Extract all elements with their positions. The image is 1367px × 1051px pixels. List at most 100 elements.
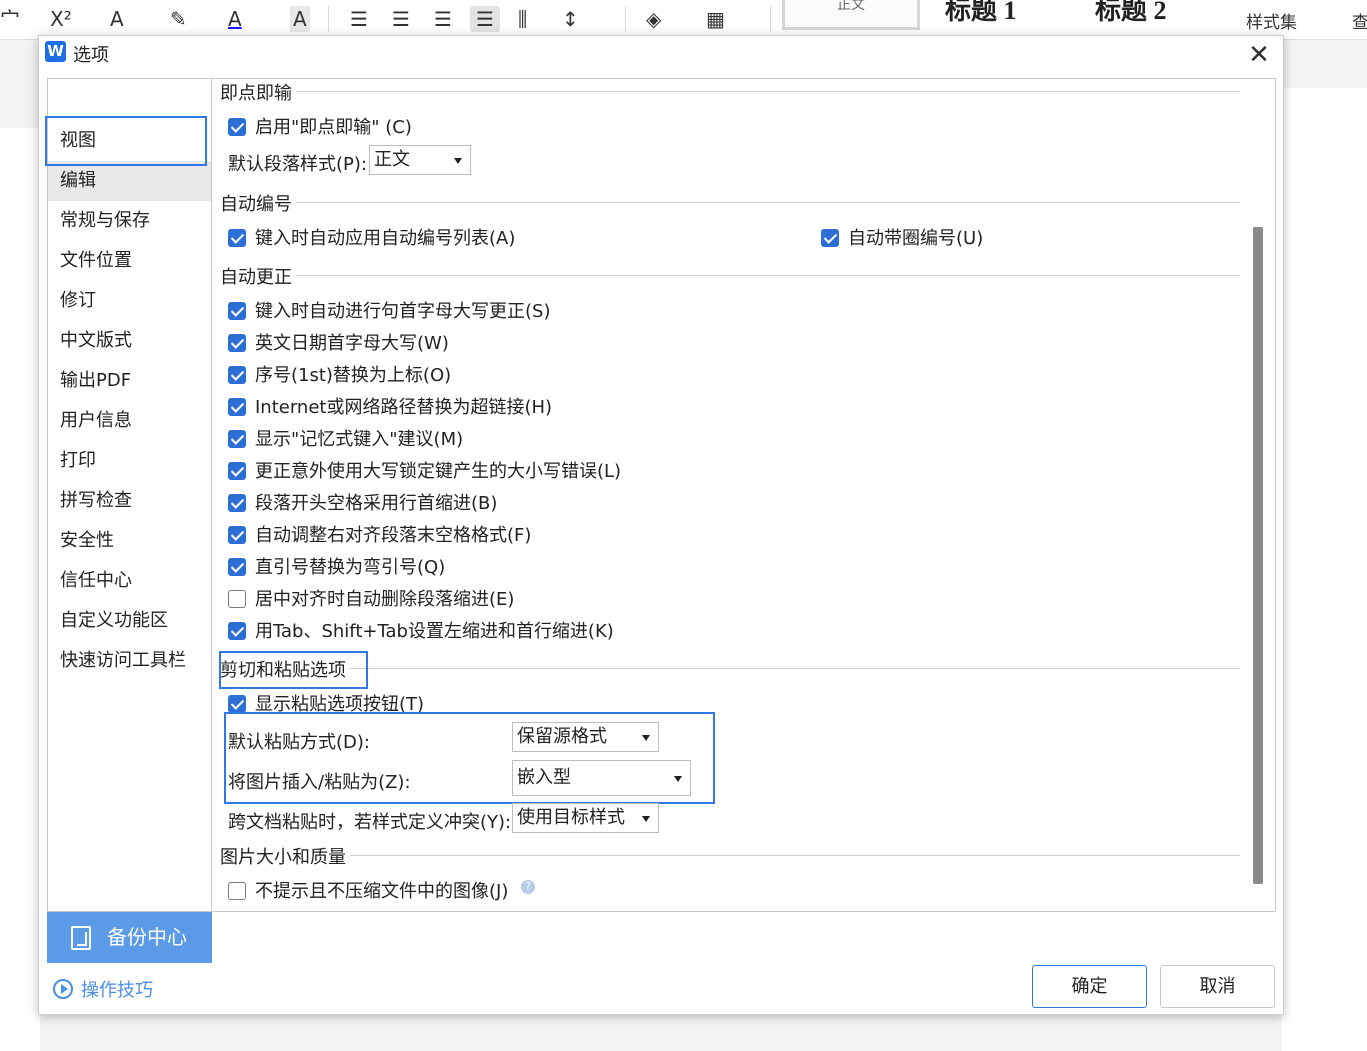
char-shading-button[interactable]: A [290, 6, 310, 32]
nav-item-customize-ribbon[interactable]: 自定义功能区 [48, 601, 211, 641]
justify-icon[interactable]: ☰ [470, 6, 500, 32]
text-effect-button[interactable]: A [110, 6, 124, 32]
nav-item-export-pdf[interactable]: 输出PDF [48, 361, 211, 401]
fill-icon[interactable]: ◈ [646, 6, 661, 32]
option-label: 键入时自动进行句首字母大写更正(S) [255, 301, 551, 322]
checkbox-checked-icon [228, 229, 246, 247]
section-title-auto-correct: 自动更正 [220, 263, 296, 289]
nav-item-file-location[interactable]: 文件位置 [48, 241, 211, 281]
section-title-cut-paste: 剪切和粘贴选项 [220, 656, 350, 682]
enable-click-type-checkbox[interactable]: 启用"即点即输" (C) [228, 113, 412, 139]
option-label: 自动带圈编号(U) [848, 228, 984, 249]
autocorrect-option-checkbox[interactable]: 段落开头空格采用行首缩进(B) [228, 489, 497, 515]
nav-item-user-info[interactable]: 用户信息 [48, 401, 211, 441]
checkbox-checked-icon [228, 526, 246, 544]
document-page [0, 128, 40, 1051]
option-label: 显示粘贴选项按钮(T) [255, 694, 425, 715]
backup-icon [71, 926, 91, 950]
distribute-icon[interactable]: ⫼ [518, 6, 527, 32]
default-paragraph-style-label: 默认段落样式(P): [228, 154, 367, 175]
option-label: Internet或网络路径替换为超链接(H) [255, 397, 553, 418]
nav-item-quick-access[interactable]: 快速访问工具栏 [48, 641, 211, 681]
option-label: 键入时自动应用自动编号列表(A) [255, 228, 516, 249]
dialog-title: 选项 [73, 45, 109, 66]
options-nav: 视图 编辑 常规与保存 文件位置 修订 中文版式 输出PDF 用户信息 打印 拼… [47, 78, 212, 912]
style-set-button[interactable]: 样式集 [1246, 8, 1297, 33]
autocorrect-option-checkbox[interactable]: 更正意外使用大写锁定键产生的大小写错误(L) [228, 457, 621, 483]
no-compress-images-checkbox[interactable]: 不提示且不压缩文件中的图像(J) [228, 877, 508, 903]
autocorrect-option-checkbox[interactable]: Internet或网络路径替换为超链接(H) [228, 393, 552, 419]
nav-item-security[interactable]: 安全性 [48, 521, 211, 561]
select-value: 保留源格式 [517, 726, 607, 747]
option-label: 英文日期首字母大写(W) [255, 333, 449, 354]
auto-circle-number-checkbox[interactable]: 自动带圈编号(U) [821, 224, 983, 250]
autocorrect-option-checkbox[interactable]: 序号(1st)替换为上标(O) [228, 361, 451, 387]
auto-number-list-checkbox[interactable]: 键入时自动应用自动编号列表(A) [228, 224, 515, 250]
font-color-button[interactable]: A [228, 6, 242, 32]
nav-item-revision[interactable]: 修订 [48, 281, 211, 321]
nav-item-chinese-layout[interactable]: 中文版式 [48, 321, 211, 361]
checkbox-checked-icon [228, 695, 246, 713]
ok-button[interactable]: 确定 [1032, 965, 1147, 1008]
section-divider [220, 275, 1240, 276]
autocorrect-option-checkbox[interactable]: 直引号替换为弯引号(Q) [228, 553, 445, 579]
nav-item-edit[interactable]: 编辑 [48, 161, 211, 201]
section-title-auto-number: 自动编号 [220, 190, 296, 216]
default-paragraph-style-select[interactable]: 正文 [369, 145, 471, 175]
border-icon[interactable]: ▦ [706, 6, 725, 32]
dropdown-arrow-icon [674, 776, 682, 782]
default-paste-select[interactable]: 保留源格式 [512, 722, 659, 752]
nav-item-spellcheck[interactable]: 拼写检查 [48, 481, 211, 521]
image-paste-label: 将图片插入/粘贴为(Z): [228, 772, 411, 793]
autocorrect-option-checkbox[interactable]: 居中对齐时自动删除段落缩进(E) [228, 585, 514, 611]
select-value: 嵌入型 [517, 767, 571, 788]
default-paste-label: 默认粘贴方式(D): [228, 732, 370, 753]
autocorrect-option-checkbox[interactable]: 键入时自动进行句首字母大写更正(S) [228, 297, 550, 323]
dropdown-arrow-icon [642, 735, 650, 741]
nav-item-view[interactable]: 视图 [48, 121, 211, 161]
style-heading1-tile[interactable]: 标题 1 [945, 0, 1017, 27]
ribbon-fragment-right: 查 [1352, 13, 1367, 33]
align-right-icon[interactable]: ☰ [434, 6, 452, 32]
option-label: 居中对齐时自动删除段落缩进(E) [255, 589, 515, 610]
options-dialog: W 选项 ✕ 视图 编辑 常规与保存 文件位置 修订 中文版式 输出PDF 用户… [38, 35, 1284, 1015]
autocorrect-option-checkbox[interactable]: 自动调整右对齐段落末空格格式(F) [228, 521, 531, 547]
ribbon-divider [625, 6, 626, 32]
section-divider [220, 202, 1240, 203]
option-label: 显示"记忆式键入"建议(M) [255, 429, 464, 450]
nav-item-print[interactable]: 打印 [48, 441, 211, 481]
cancel-button[interactable]: 取消 [1160, 965, 1275, 1008]
background-ribbon: 宀 X² A ✎ A A ☰ ☰ ☰ ☰ ⫼ ↕ ◈ ▦ 正文 标题 1 标题 … [0, 0, 1367, 40]
nav-item-general-save[interactable]: 常规与保存 [48, 201, 211, 241]
autocorrect-option-checkbox[interactable]: 显示"记忆式键入"建议(M) [228, 425, 463, 451]
superscript-button[interactable]: X² [50, 6, 72, 32]
autocorrect-option-checkbox[interactable]: 用Tab、Shift+Tab设置左缩进和首行缩进(K) [228, 617, 614, 643]
autocorrect-option-checkbox[interactable]: 英文日期首字母大写(W) [228, 329, 449, 355]
align-center-icon[interactable]: ☰ [392, 6, 410, 32]
style-normal-tile[interactable]: 正文 [782, 0, 920, 30]
line-spacing-icon[interactable]: ↕ [562, 6, 579, 32]
backup-center-button[interactable]: 备份中心 [47, 912, 212, 963]
image-paste-select[interactable]: 嵌入型 [512, 760, 691, 796]
show-paste-button-checkbox[interactable]: 显示粘贴选项按钮(T) [228, 690, 424, 716]
cross-doc-paste-label: 跨文档粘贴时，若样式定义冲突(Y): [228, 812, 512, 833]
style-heading2-tile[interactable]: 标题 2 [1095, 0, 1167, 27]
select-value: 正文 [374, 149, 410, 170]
highlight-icon[interactable]: ✎ [170, 6, 187, 32]
checkbox-checked-icon [228, 494, 246, 512]
tips-link[interactable]: 操作技巧 [53, 976, 153, 1002]
align-left-icon[interactable]: ☰ [350, 6, 368, 32]
dropdown-arrow-icon [454, 158, 462, 164]
help-icon[interactable]: ? [521, 880, 535, 894]
close-button[interactable]: ✕ [1244, 40, 1274, 70]
dropdown-arrow-icon [642, 816, 650, 822]
scrollbar-thumb[interactable] [1253, 227, 1263, 884]
checkbox-checked-icon [228, 430, 246, 448]
checkbox-checked-icon [228, 558, 246, 576]
cross-doc-paste-select[interactable]: 使用目标样式 [512, 803, 659, 833]
option-label: 序号(1st)替换为上标(O) [255, 365, 452, 386]
nav-item-trust-center[interactable]: 信任中心 [48, 561, 211, 601]
section-title-click-type: 即点即输 [220, 79, 296, 105]
checkbox-checked-icon [228, 622, 246, 640]
checkbox-unchecked-icon [228, 590, 246, 608]
